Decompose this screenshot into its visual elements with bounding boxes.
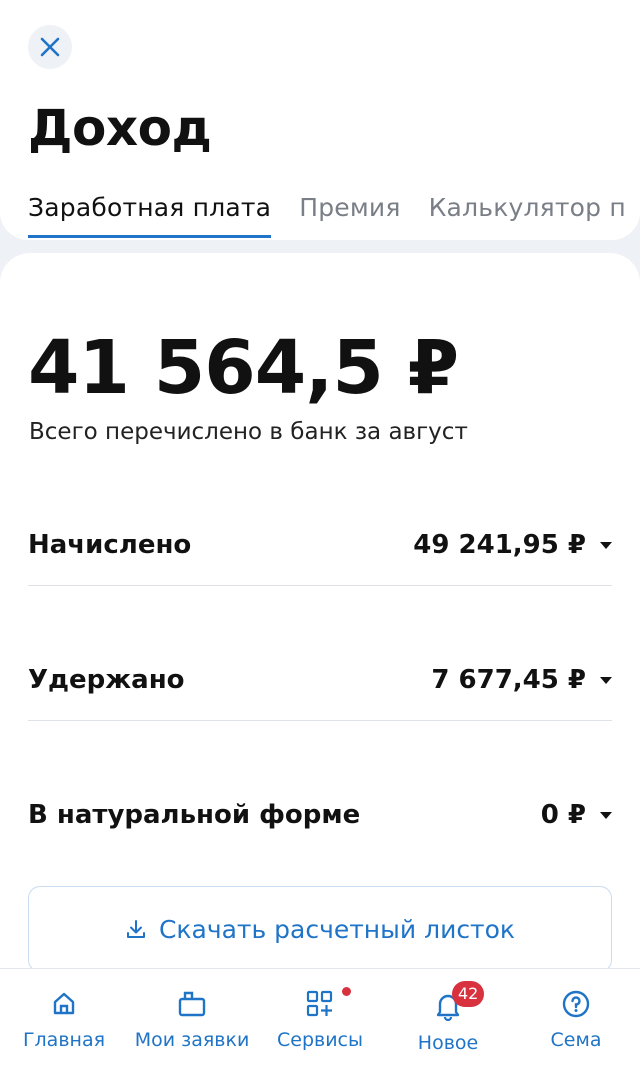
accrued-value-group: 49 241,95 ₽	[413, 530, 612, 560]
nav-item-home[interactable]: Главная	[0, 969, 128, 1071]
in-kind-value: 0 ₽	[540, 800, 586, 830]
nav-item-sema[interactable]: Сема	[512, 969, 640, 1071]
accrued-value: 49 241,95 ₽	[413, 530, 586, 560]
divider	[28, 720, 612, 721]
download-payslip-label: Скачать расчетный листок	[158, 914, 516, 944]
nav-label-news: Новое	[417, 1032, 479, 1054]
total-amount: 41 564,5 ₽	[28, 325, 459, 411]
income-card: 41 564,5 ₽ Всего перечислено в банк за а…	[0, 253, 640, 1013]
download-payslip-button[interactable]: Скачать расчетный листок	[28, 886, 612, 972]
download-icon	[126, 920, 145, 938]
bottom-nav: Главная Мои заявки Сервисы 42 Новое Сема	[0, 968, 640, 1071]
tab-salary[interactable]: Заработная плата	[28, 188, 272, 240]
header: Доход Заработная плата Премия Калькулято…	[0, 0, 640, 240]
close-button[interactable]	[28, 25, 72, 69]
services-notification-dot	[342, 987, 351, 996]
services-icon	[303, 987, 337, 1021]
accrued-label: Начислено	[28, 530, 192, 560]
nav-label-home: Главная	[22, 1029, 106, 1051]
tab-calculator[interactable]: Калькулятор п	[429, 188, 626, 240]
divider	[28, 585, 612, 586]
caret-down-icon	[600, 676, 612, 684]
requests-icon	[175, 987, 209, 1021]
caret-down-icon	[600, 541, 612, 549]
nav-label-requests: Мои заявки	[134, 1029, 250, 1051]
page-title: Доход	[28, 99, 212, 157]
nav-label-sema: Сема	[550, 1029, 602, 1051]
total-amount-caption: Всего перечислено в банк за август	[29, 419, 468, 445]
notification-badge: 42	[452, 981, 485, 1007]
in-kind-value-group: 0 ₽	[541, 800, 612, 830]
caret-down-icon	[600, 811, 612, 819]
home-icon	[47, 987, 81, 1021]
in-kind-row[interactable]: В натуральной форме 0 ₽	[28, 785, 612, 845]
nav-item-requests[interactable]: Мои заявки	[128, 969, 256, 1071]
nav-item-news[interactable]: 42 Новое	[384, 969, 512, 1071]
withheld-value-group: 7 677,45 ₽	[431, 665, 612, 695]
in-kind-label: В натуральной форме	[28, 800, 361, 830]
nav-label-services: Сервисы	[276, 1029, 363, 1051]
withheld-label: Удержано	[28, 665, 185, 695]
tab-bonus[interactable]: Премия	[299, 188, 400, 240]
tab-bar: Заработная плата Премия Калькулятор п	[28, 188, 640, 240]
accrued-row[interactable]: Начислено 49 241,95 ₽	[28, 515, 612, 575]
withheld-value: 7 677,45 ₽	[431, 665, 586, 695]
close-icon	[40, 37, 60, 57]
withheld-row[interactable]: Удержано 7 677,45 ₽	[28, 650, 612, 710]
help-icon	[559, 987, 593, 1021]
nav-item-services[interactable]: Сервисы	[256, 969, 384, 1071]
